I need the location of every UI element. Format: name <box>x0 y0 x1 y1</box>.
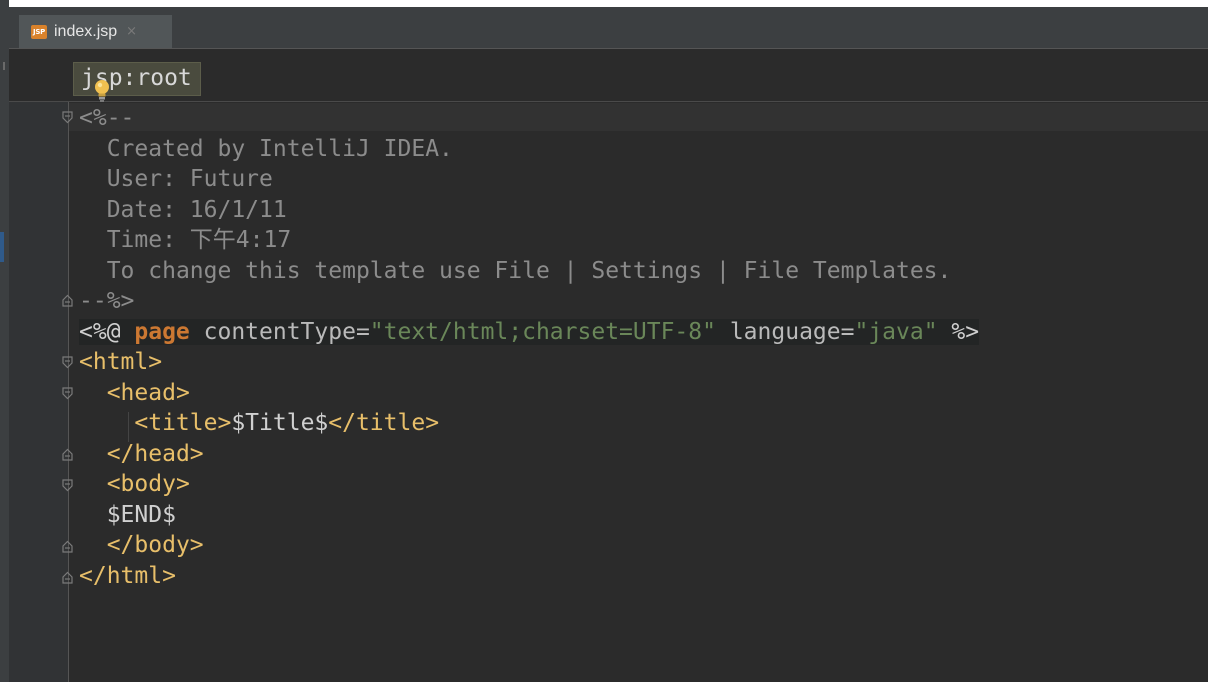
tab-label: index.jsp <box>54 22 118 40</box>
head-close-line: </head> <box>79 439 1204 470</box>
directive-attr-content-type: contentType= <box>189 318 370 345</box>
fold-open-icon[interactable] <box>61 111 74 124</box>
jsp-file-icon: JSP <box>31 24 47 39</box>
directive-close: %> <box>937 318 980 345</box>
head-open-line: <head> <box>79 378 1204 409</box>
html-close-line: </html> <box>79 561 1204 592</box>
body-close-tag: </body> <box>106 532 204 558</box>
strip-marker <box>0 232 4 262</box>
page-directive-line: <%@ page contentType="text/html;charset=… <box>79 317 1204 348</box>
directive-open: <%@ <box>79 318 135 345</box>
tab-index-jsp[interactable]: JSP index.jsp × <box>19 15 172 48</box>
left-tool-strip <box>0 0 9 682</box>
fold-open-icon[interactable] <box>61 387 74 400</box>
breadcrumb-bar: jsp:root <box>9 49 1208 102</box>
fold-close-icon[interactable] <box>61 571 74 584</box>
fold-close-icon[interactable] <box>61 540 74 553</box>
head-open-tag: <head> <box>106 379 190 406</box>
fold-close-icon[interactable] <box>61 294 74 307</box>
comment-line: Created by IntelliJ IDEA. <box>79 134 1204 165</box>
fold-open-icon[interactable] <box>61 479 74 492</box>
comment-line: Date: 16/1/11 <box>79 195 1204 226</box>
body-close-line: </body> <box>79 530 1204 561</box>
html-open-tag: <html> <box>79 349 163 375</box>
tab-bar: JSP index.jsp × <box>9 7 1208 49</box>
comment-text: User: Future <box>106 166 273 192</box>
comment-line: To change this template use File | Setti… <box>79 256 1204 287</box>
title-line: <title>$Title$</title> <box>79 408 1204 439</box>
directive-value-content-type: "text/html;charset=UTF-8" <box>369 318 716 345</box>
directive-value-language: "java" <box>854 318 938 345</box>
comment-text: Time: 下午4:17 <box>106 227 292 253</box>
html-open-line: <html> <box>79 347 1204 378</box>
comment-text: To change this template use File | Setti… <box>106 257 952 284</box>
body-content-line: $END$ <box>79 500 1204 531</box>
code-editor[interactable]: <%-- Created by IntelliJ IDEA. User: Fut… <box>79 103 1204 591</box>
body-content: $END$ <box>106 501 176 528</box>
comment-open-line: <%-- <box>79 103 1204 134</box>
editor-gutter <box>9 102 69 682</box>
comment-text: Created by IntelliJ IDEA. <box>106 135 453 162</box>
head-close-tag: </head> <box>106 440 204 467</box>
fold-open-icon[interactable] <box>61 356 74 369</box>
close-icon[interactable]: × <box>126 24 137 39</box>
comment-line: Time: 下午4:17 <box>79 225 1204 256</box>
editor-window: JSP index.jsp × jsp:root <%-- Created by… <box>9 7 1208 682</box>
title-text: $Title$ <box>231 410 329 436</box>
title-open-tag: <title> <box>134 410 232 436</box>
comment-close: --%> <box>79 288 135 314</box>
html-close-tag: </html> <box>79 562 176 589</box>
directive-attr-language: language= <box>715 318 855 345</box>
body-open-tag: <body> <box>106 471 190 497</box>
body-open-line: <body> <box>79 469 1204 500</box>
title-close-tag: </title> <box>328 410 440 436</box>
comment-line: User: Future <box>79 164 1204 195</box>
fold-close-icon[interactable] <box>61 448 74 461</box>
comment-close-line: --%> <box>79 286 1204 317</box>
lightbulb-icon[interactable] <box>93 78 111 104</box>
directive-keyword: page <box>134 318 190 345</box>
comment-open: <%-- <box>79 105 135 131</box>
comment-text: Date: 16/1/11 <box>106 196 287 223</box>
strip-notch <box>3 62 5 70</box>
